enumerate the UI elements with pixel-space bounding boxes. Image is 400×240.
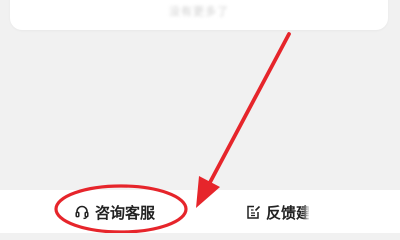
- feedback-suggestion-label: 反馈建: [266, 203, 312, 222]
- headset-icon: [74, 204, 90, 220]
- app-screen: 没有更多了 咨询客服 反馈建: [0, 0, 400, 233]
- consult-customer-service-button[interactable]: 咨询客服: [74, 199, 155, 225]
- cursor-highlight: [309, 203, 327, 221]
- feedback-suggestion-button[interactable]: 反馈建: [245, 199, 311, 225]
- edit-note-icon: [245, 204, 261, 220]
- content-card: 没有更多了: [10, 0, 388, 30]
- consult-customer-service-label: 咨询客服: [95, 203, 156, 222]
- bottom-action-bar: 咨询客服 反馈建: [0, 190, 400, 233]
- no-more-hint: 没有更多了: [169, 5, 229, 18]
- annotation-arrow-shaft: [205, 32, 291, 190]
